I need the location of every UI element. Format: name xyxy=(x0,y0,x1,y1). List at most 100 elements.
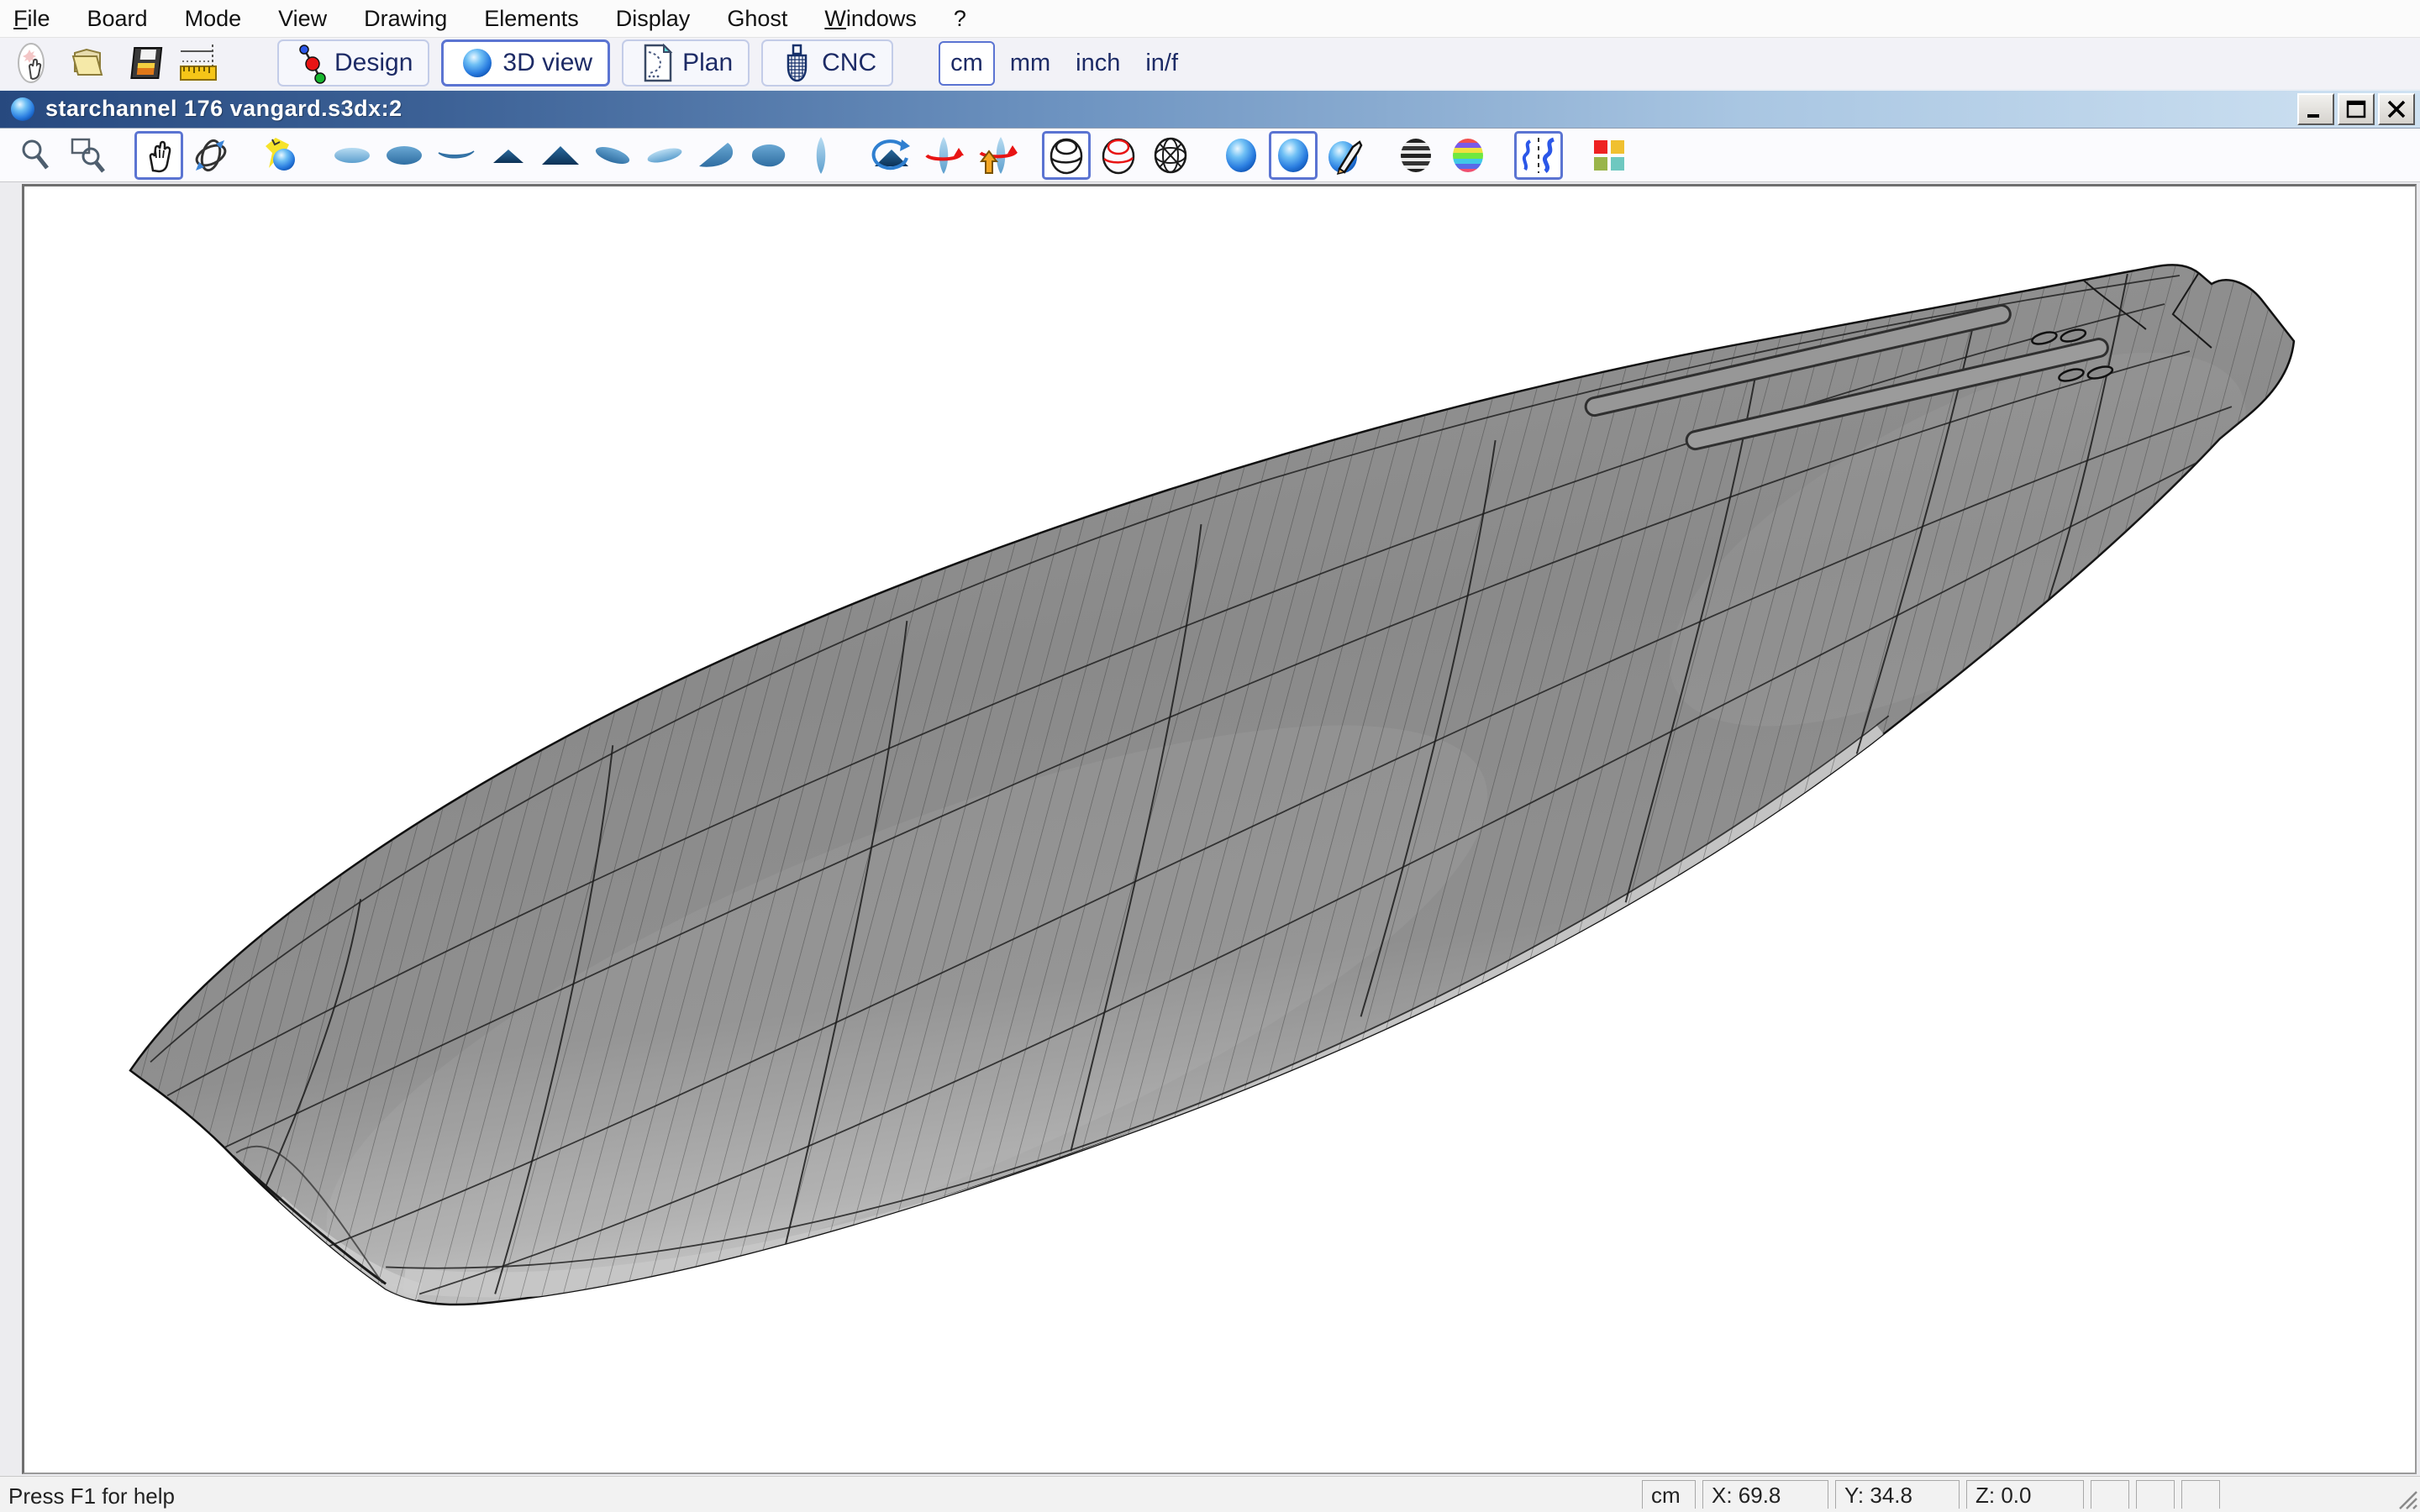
ruler-icon xyxy=(176,39,223,87)
view-nose-button[interactable] xyxy=(536,131,585,180)
measurements-button[interactable] xyxy=(175,39,224,87)
menu-ghost[interactable]: Ghost xyxy=(727,6,787,32)
plan-mode-button[interactable]: Plan xyxy=(622,39,750,87)
document-sphere-icon xyxy=(8,95,37,123)
unit-inf[interactable]: in/f xyxy=(1135,43,1188,84)
menu-view[interactable]: View xyxy=(278,6,327,32)
view-deck-button[interactable] xyxy=(328,131,376,180)
design-curve-icon xyxy=(294,41,328,85)
rotate-flip-button[interactable] xyxy=(971,131,1020,180)
status-coordinates: cm X: 69.8 Y: 34.8 Z: 0.0 xyxy=(1642,1480,2420,1510)
zoom-button[interactable] xyxy=(12,131,60,180)
menu-file[interactable]: File xyxy=(13,6,50,32)
main-toolbar: Design 3D view Plan xyxy=(0,38,2420,89)
menu-windows[interactable]: Windows xyxy=(824,6,917,32)
shape3d-app: File Board Mode View Drawing Elements Di… xyxy=(0,0,2420,1512)
status-empty-2 xyxy=(2136,1480,2175,1509)
open-folder-icon xyxy=(66,41,110,85)
cnc-mode-label: CNC xyxy=(822,49,876,77)
view-side-button[interactable] xyxy=(432,131,481,180)
render-wireframe-slices-button[interactable] xyxy=(1094,131,1143,180)
render-curvature-button[interactable] xyxy=(1444,131,1492,180)
render-paint-icon xyxy=(1324,135,1366,176)
menu-mode[interactable]: Mode xyxy=(185,6,242,32)
design-mode-button[interactable]: Design xyxy=(277,39,429,87)
maximize-button[interactable] xyxy=(2338,93,2375,125)
render-wireframe-button[interactable] xyxy=(1042,131,1091,180)
view-perspective-2-icon xyxy=(644,136,686,175)
cnc-mode-button[interactable]: CNC xyxy=(761,39,893,87)
new-board-wizard-button[interactable] xyxy=(8,39,57,87)
rotate-3d-button[interactable] xyxy=(187,131,235,180)
close-button[interactable] xyxy=(2378,93,2415,125)
render-shaded-button[interactable] xyxy=(1269,131,1318,180)
render-wireframe-slices-icon xyxy=(1099,135,1138,176)
menu-display[interactable]: Display xyxy=(616,6,691,32)
plan-sheet-icon xyxy=(639,42,676,84)
viewport-frame xyxy=(0,182,2420,1476)
status-z-coordinate: Z: 0.0 xyxy=(1966,1480,2084,1509)
render-solid-icon xyxy=(1222,135,1260,176)
viewport-3d[interactable] xyxy=(22,184,2417,1474)
render-zebra-button[interactable] xyxy=(1392,131,1440,180)
cnc-router-bit-icon xyxy=(778,42,815,84)
document-title-bar[interactable]: starchannel 176 vangard.s3dx:2 xyxy=(0,89,2420,129)
open-file-button[interactable] xyxy=(64,39,113,87)
rotate-orbit-button[interactable] xyxy=(867,131,916,180)
menu-board[interactable]: Board xyxy=(87,6,148,32)
unit-inch[interactable]: inch xyxy=(1065,43,1130,84)
layout-colors-button[interactable] xyxy=(1585,131,1634,180)
view-tail-button[interactable] xyxy=(484,131,533,180)
view-perspective-4-button[interactable] xyxy=(744,131,793,180)
view-side-rocker-icon xyxy=(435,136,477,175)
view-perspective-1-button[interactable] xyxy=(588,131,637,180)
menu-elements[interactable]: Elements xyxy=(484,6,579,32)
3d-view-mode-button[interactable]: 3D view xyxy=(441,39,610,87)
menu-help[interactable]: ? xyxy=(954,6,966,32)
pan-button[interactable] xyxy=(134,131,183,180)
rotate-flip-icon xyxy=(974,134,1018,176)
status-unit: cm xyxy=(1642,1480,1696,1509)
zoom-window-icon xyxy=(69,136,108,175)
view-perspective-3-icon xyxy=(696,136,738,175)
document-title: starchannel 176 vangard.s3dx:2 xyxy=(45,96,2294,122)
render-mesh-button[interactable] xyxy=(1146,131,1195,180)
view-perspective-1-icon xyxy=(592,136,634,175)
rotate-yaw-button[interactable] xyxy=(919,131,968,180)
status-empty-1 xyxy=(2091,1480,2129,1509)
unit-mm[interactable]: mm xyxy=(1000,43,1060,84)
render-zebra-stripes-icon xyxy=(1397,135,1435,176)
view-deck-icon xyxy=(331,136,373,175)
zoom-window-button[interactable] xyxy=(64,131,113,180)
lighting-button[interactable] xyxy=(257,131,306,180)
flex-symmetry-icon xyxy=(1517,134,1560,176)
render-shaded-icon xyxy=(1274,135,1313,176)
status-help-text: Press F1 for help xyxy=(8,1480,175,1509)
unit-cm[interactable]: cm xyxy=(939,41,995,86)
layout-colors-icon xyxy=(1591,137,1628,174)
new-board-hand-icon xyxy=(11,41,55,85)
resize-grip-icon xyxy=(2396,1488,2418,1510)
render-mesh-icon xyxy=(1151,135,1190,176)
view-perspective-3-button[interactable] xyxy=(692,131,741,180)
save-file-button[interactable] xyxy=(119,39,168,87)
minimize-button[interactable] xyxy=(2297,93,2334,125)
design-mode-label: Design xyxy=(334,49,413,77)
menu-drawing[interactable]: Drawing xyxy=(364,6,447,32)
unit-selector: cm mm inch in/f xyxy=(939,41,1193,86)
lighting-icon xyxy=(260,134,302,176)
view-perspective-2-button[interactable] xyxy=(640,131,689,180)
view-outline-top-button[interactable] xyxy=(797,131,845,180)
zoom-icon xyxy=(17,136,55,175)
flex-symmetry-button[interactable] xyxy=(1514,131,1563,180)
render-paint-button[interactable] xyxy=(1321,131,1370,180)
plan-mode-label: Plan xyxy=(682,49,733,77)
pan-hand-icon xyxy=(139,136,178,175)
view-bottom-button[interactable] xyxy=(380,131,429,180)
resize-grip[interactable] xyxy=(2227,1480,2420,1510)
render-solid-button[interactable] xyxy=(1217,131,1265,180)
close-icon xyxy=(2384,97,2409,121)
menu-bar: File Board Mode View Drawing Elements Di… xyxy=(0,0,2420,38)
render-curvature-map-icon xyxy=(1449,135,1487,176)
status-bar: Press F1 for help cm X: 69.8 Y: 34.8 Z: … xyxy=(0,1476,2420,1512)
